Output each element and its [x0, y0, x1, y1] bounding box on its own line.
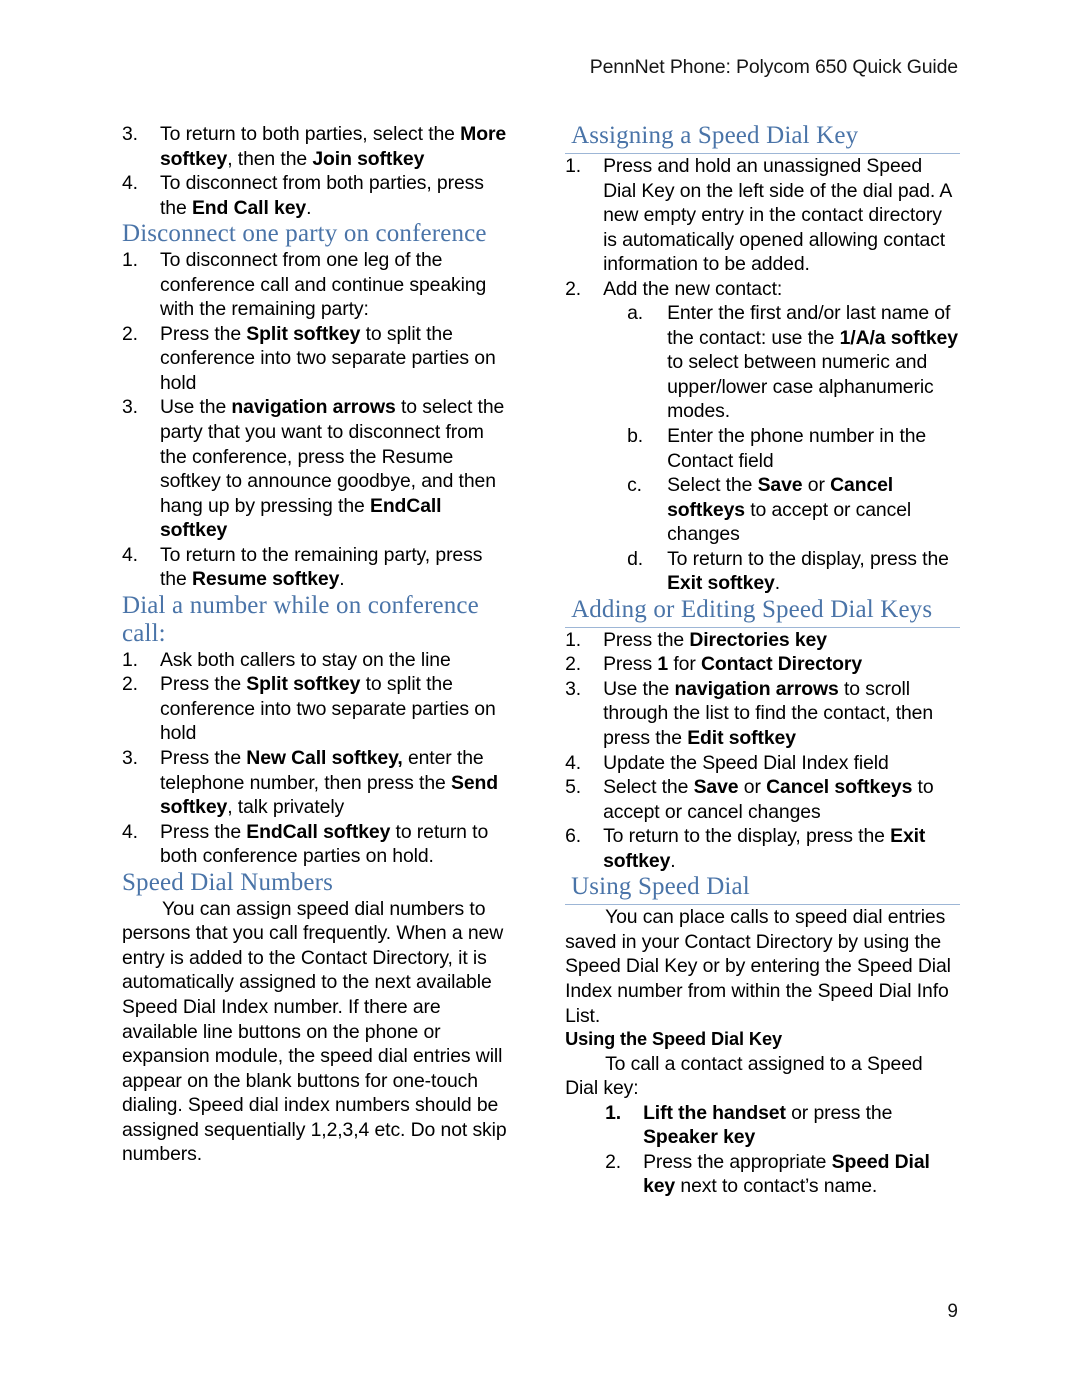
list-item: 2. Press the appropriate Speed Dial key n… — [605, 1150, 960, 1199]
list-item-text: Use the navigation arrows to scroll thro… — [603, 677, 934, 750]
paragraph-using-speed-dial: You can place calls to speed dial entrie… — [565, 906, 951, 1027]
list-item-text: To return to the display, press the Exit… — [667, 547, 949, 595]
running-header: PennNet Phone: Polycom 650 Quick Guide — [589, 56, 958, 78]
list-item-marker: 5. — [565, 776, 582, 799]
list-item-text: Press the Split softkey to split the con… — [160, 673, 496, 745]
heading-using-speed-dial: Using Speed Dial — [565, 873, 960, 906]
list-item: 6. To return to the display, press the Ex… — [565, 824, 960, 873]
list-item: d. To return to the display, press the Ex… — [627, 547, 960, 596]
continued-list-from-previous-page: 3. To return to both parties, select the … — [122, 122, 507, 220]
list-item-marker: 2. — [122, 322, 138, 345]
heading-assigning-a-speed-dial-key: Assigning a Speed Dial Key — [565, 122, 960, 154]
list-item: 1. Ask both callers to stay on the line — [122, 648, 507, 673]
heading-adding-or-editing-speed-dial-keys: Adding or Editing Speed Dial Keys — [565, 596, 960, 628]
list-item: 4. Press the EndCall softkey to return to… — [122, 820, 507, 869]
list-item-marker: b. — [627, 425, 644, 448]
list-item: 2. Press 1 for Contact Directory — [565, 652, 960, 677]
list-item: 1. Press and hold an unassigned Speed Dia… — [565, 154, 960, 277]
list-item-marker: d. — [627, 547, 644, 570]
list-item-marker: 3. — [565, 677, 582, 700]
two-column-body: 3. To return to both parties, select the … — [122, 122, 960, 1199]
list-item-marker: 2. — [605, 1150, 622, 1173]
list-item-text: Select the Save or Cancel softkeys to ac… — [667, 474, 912, 546]
list-item-text: Select the Save or Cancel softkeys to ac… — [603, 776, 934, 823]
list-item-marker: a. — [627, 302, 644, 325]
left-column: 3. To return to both parties, select the … — [122, 122, 507, 1199]
list-item-text: Press the EndCall softkey to return to b… — [160, 820, 489, 868]
list-item: c. Select the Save or Cancel softkeys to … — [627, 473, 960, 547]
list-item-marker: 4. — [122, 172, 138, 195]
list-item-text: To return to the display, press the Exit… — [603, 825, 926, 872]
heading-disconnect-one-party: Disconnect one party on conference — [122, 220, 487, 248]
list-item-text: Press 1 for Contact Directory — [603, 653, 863, 676]
page-number: 9 — [947, 1301, 958, 1322]
heading-dial-number-while-on-conference: Dial a number while on conference call: — [122, 591, 479, 647]
list-item-marker: 2. — [565, 277, 582, 300]
list-item: 1. Press the Directories key — [565, 628, 960, 653]
list-item: a. Enter the first and/or last name of th… — [627, 301, 960, 424]
list-item-marker: 1. — [565, 628, 582, 651]
list-item-marker: 3. — [122, 123, 138, 145]
list-item: 3. Press the New Call softkey, enter the … — [122, 746, 507, 820]
list-item-marker: 1. — [122, 648, 138, 671]
list-item-marker: 2. — [122, 673, 138, 696]
list-item: b. Enter the phone number in the Contact … — [627, 424, 960, 473]
list-item-marker: 3. — [122, 747, 138, 770]
list-item-marker: 4. — [122, 820, 138, 843]
list-item-marker: 4. — [122, 543, 138, 566]
list-item: 5. Select the Save or Cancel softkeys to … — [565, 775, 960, 824]
list-assigning-a-speed-dial-key: 1. Press and hold an unassigned Speed Dia… — [565, 154, 960, 301]
list-item-text: To disconnect from both parties, press t… — [160, 172, 484, 219]
list-item-text: Enter the phone number in the Contact fi… — [667, 425, 927, 472]
list-item-marker: c. — [627, 474, 642, 497]
list-item-text: Press the New Call softkey, enter the te… — [160, 747, 499, 819]
subheading-using-the-speed-dial-key: Using the Speed Dial Key — [565, 1029, 782, 1050]
list-adding-or-editing-speed-dial-keys: 1. Press the Directories key 2. Press 1 for… — [565, 628, 960, 873]
list-item: 3. Use the navigation arrows to select th… — [122, 395, 507, 542]
list-item: 3. To return to both parties, select the … — [122, 122, 507, 171]
list-item-text: To return to the remaining party, press … — [160, 543, 483, 591]
list-dial-number-while-on-conference: 1. Ask both callers to stay on the line 2.… — [122, 648, 507, 869]
list-item: 3. Use the navigation arrows to scroll th… — [565, 677, 960, 751]
list-item-text: Update the Speed Dial Index field — [603, 751, 889, 774]
list-item: 1. Lift the handset or press the Speaker … — [605, 1101, 960, 1150]
right-column: Assigning a Speed Dial Key 1. Press and h… — [565, 122, 960, 1199]
list-item: 2. Press the Split softkey to split the c… — [122, 672, 507, 746]
list-item-text: To disconnect from one leg of the confer… — [160, 249, 487, 321]
list-item: 1. To disconnect from one leg of the conf… — [122, 248, 507, 322]
list-disconnect-one-party: 1. To disconnect from one leg of the conf… — [122, 248, 507, 592]
list-item-text: Add the new contact: — [603, 277, 783, 300]
list-item-text: Press the Directories key — [603, 628, 827, 651]
list-item-text: Lift the handset or press the Speaker ke… — [643, 1101, 893, 1149]
list-item-text: Press the Split softkey to split the con… — [160, 322, 496, 394]
paragraph-speed-dial-numbers: You can assign speed dial numbers to per… — [122, 897, 507, 1166]
list-item-text: Use the navigation arrows to select the … — [160, 396, 505, 542]
list-using-the-speed-dial-key: 1. Lift the handset or press the Speaker … — [565, 1101, 960, 1199]
list-item: 4. To disconnect from both parties, press… — [122, 171, 507, 220]
list-item-marker: 1. — [605, 1101, 622, 1124]
list-item-text: Ask both callers to stay on the line — [160, 648, 451, 671]
list-item-marker: 4. — [565, 751, 582, 774]
list-item-marker: 1. — [122, 249, 138, 272]
list-item-text: Press and hold an unassigned Speed Dial … — [603, 155, 952, 276]
list-item: 4. Update the Speed Dial Index field — [565, 751, 960, 776]
paragraph-to-call-a-contact: To call a contact assigned to a Speed Di… — [565, 1052, 923, 1100]
list-item: 2. Add the new contact: — [565, 277, 960, 302]
sublist-add-the-new-contact: a. Enter the first and/or last name of th… — [565, 301, 960, 596]
list-item-text: Press the appropriate Speed Dial key nex… — [643, 1150, 930, 1198]
list-item-text: To return to both parties, select the Mo… — [160, 123, 507, 170]
list-item-marker: 6. — [565, 825, 582, 848]
list-item: 4. To return to the remaining party, pres… — [122, 543, 507, 592]
heading-speed-dial-numbers: Speed Dial Numbers — [122, 868, 333, 896]
list-item: 2. Press the Split softkey to split the c… — [122, 322, 507, 396]
list-item-text: Enter the first and/or last name of the … — [667, 302, 958, 423]
list-item-marker: 2. — [565, 653, 582, 676]
list-item-marker: 1. — [565, 155, 582, 177]
list-item-marker: 3. — [122, 396, 138, 419]
document-page: PennNet Phone: Polycom 650 Quick Guide 3… — [0, 0, 1080, 1397]
